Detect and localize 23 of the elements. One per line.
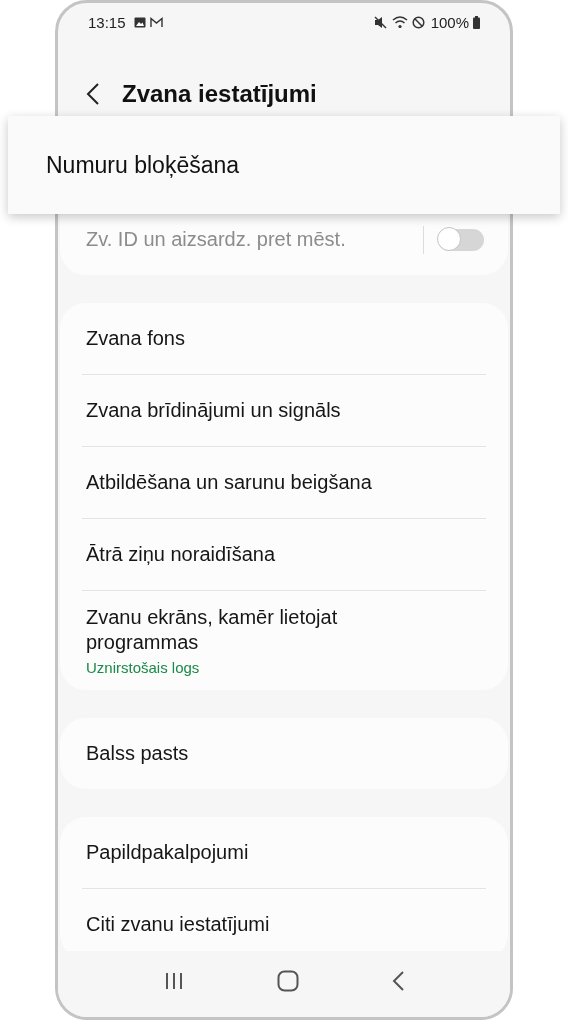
settings-item[interactable]: Atbildēšana un sarunu beigšana bbox=[60, 447, 508, 518]
mail-icon bbox=[149, 16, 163, 28]
home-icon[interactable] bbox=[277, 970, 299, 992]
settings-item[interactable]: Balss pasts bbox=[60, 718, 508, 789]
settings-item[interactable]: Zvana fons bbox=[60, 303, 508, 374]
back-icon[interactable] bbox=[86, 82, 100, 106]
settings-item[interactable]: Citi zvanu iestatījumi bbox=[60, 889, 508, 951]
setting-label: Zv. ID un aizsardz. pret mēst. bbox=[86, 227, 347, 252]
block-icon bbox=[411, 15, 425, 29]
mute-icon bbox=[373, 15, 388, 29]
back-icon[interactable] bbox=[391, 971, 404, 991]
wifi-icon bbox=[391, 15, 408, 29]
settings-item[interactable]: Zvana brīdinājumi un signāls bbox=[60, 375, 508, 446]
settings-item[interactable]: Papildpakalpojumi bbox=[60, 817, 508, 888]
highlight-callout[interactable]: Numuru bloķēšana bbox=[8, 116, 560, 214]
battery-icon bbox=[473, 15, 480, 29]
image-icon bbox=[133, 16, 146, 28]
screen-title: Zvana iestatījumi bbox=[122, 80, 317, 108]
settings-item[interactable]: Zvanu ekrāns, kamēr lietojat programmas Uznirstošais logs bbox=[60, 591, 508, 690]
settings-item[interactable]: Ātrā ziņu noraidīšana bbox=[60, 519, 508, 590]
status-time: 13:15 bbox=[88, 13, 126, 31]
battery-percent: 100% bbox=[430, 13, 469, 31]
recents-icon[interactable] bbox=[164, 972, 185, 990]
